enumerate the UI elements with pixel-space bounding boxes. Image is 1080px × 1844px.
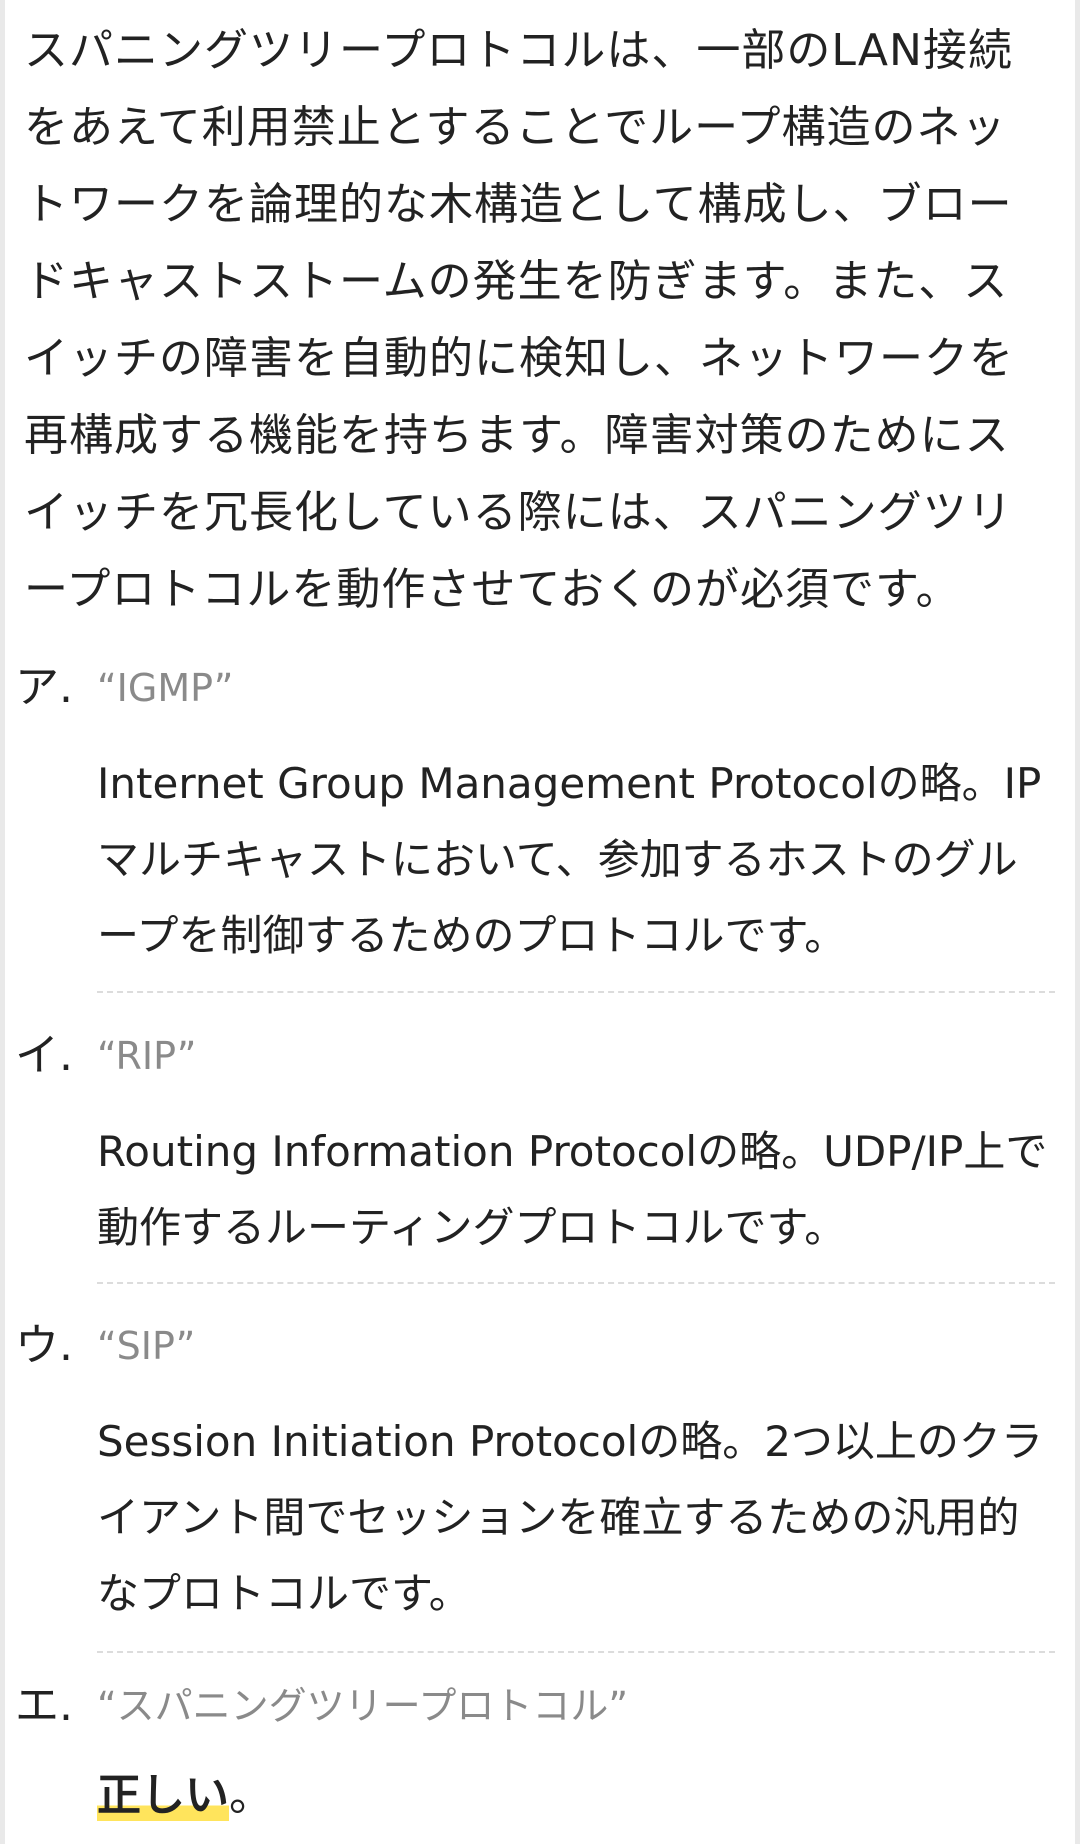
divider <box>97 1651 1055 1653</box>
correct-highlight: 正しい <box>97 1770 229 1821</box>
divider <box>97 1282 1055 1284</box>
choice-label: エ. <box>15 1680 73 1731</box>
choice-title: “SIP” <box>97 1324 196 1368</box>
choice-title: “RIP” <box>97 1034 197 1078</box>
divider <box>97 991 1055 993</box>
choice-label: ウ. <box>15 1320 73 1371</box>
choice-title: “IGMP” <box>97 666 234 710</box>
choice-description: Routing Information Protocolの略。UDP/IP上で動… <box>97 1127 1048 1252</box>
choice-description: Internet Group Management Protocolの略。IPマ… <box>97 759 1042 960</box>
right-border <box>1075 0 1080 1844</box>
verdict-punctuation: 。 <box>229 1770 273 1821</box>
choice-label: イ. <box>15 1030 73 1081</box>
choice-label: ア. <box>15 662 73 713</box>
explanation-text: スパニングツリープロトコルは、一部のLAN接続をあえて利用禁止とすることでループ… <box>24 25 1014 615</box>
correct-verdict: 正しい。 <box>97 1758 273 1834</box>
choice-description: Session Initiation Protocolの略。2つ以上のクライアン… <box>97 1417 1043 1618</box>
left-border <box>0 0 5 1844</box>
choice-title: “スパニングツリープロトコル” <box>97 1684 629 1728</box>
